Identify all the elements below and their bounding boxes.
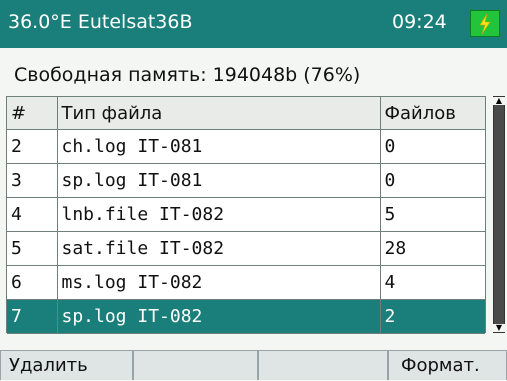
free-memory-label: Свободная память: 194048b (76%) (14, 64, 361, 86)
table-scrollbar[interactable]: ▲ ▼ (493, 96, 505, 333)
softkey-2[interactable] (133, 350, 258, 380)
row-file-count: 28 (380, 231, 485, 266)
files-table: # Тип файла Файлов 2 ch.log IT-081 0 3 s… (6, 96, 486, 334)
delete-softkey[interactable]: Удалить (0, 350, 133, 380)
row-file-type: lnb.file IT-082 (57, 197, 381, 232)
scrollbar-thumb[interactable] (494, 97, 504, 330)
scroll-up-icon[interactable]: ▲ (493, 97, 505, 105)
lightning-icon (479, 14, 491, 34)
table-row-selected[interactable]: 7 sp.log IT-082 2 (7, 299, 485, 334)
battery-charging-icon (470, 10, 500, 37)
row-file-count: 5 (380, 197, 485, 232)
table-row[interactable]: 6 ms.log IT-082 4 (7, 265, 485, 300)
row-file-type: ms.log IT-082 (57, 265, 381, 300)
table-row[interactable]: 5 sat.file IT-082 28 (7, 231, 485, 266)
row-number: 4 (7, 197, 58, 232)
row-number: 5 (7, 231, 58, 266)
row-file-type: sp.log IT-081 (57, 163, 381, 198)
row-number: 6 (7, 265, 58, 300)
status-bar: 36.0°E Eutelsat36B 09:24 (0, 0, 507, 48)
scroll-down-icon[interactable]: ▼ (493, 324, 505, 332)
table-header-row: # Тип файла Файлов (7, 97, 485, 130)
column-header-number: # (7, 97, 58, 130)
table-row[interactable]: 3 sp.log IT-081 0 (7, 163, 485, 198)
row-file-type: sp.log IT-082 (57, 299, 381, 334)
column-header-file-type: Тип файла (57, 97, 381, 130)
row-number: 7 (7, 299, 58, 334)
clock: 09:24 (392, 11, 447, 33)
row-file-count: 4 (380, 265, 485, 300)
row-file-type: sat.file IT-082 (57, 231, 381, 266)
table-row[interactable]: 4 lnb.file IT-082 5 (7, 197, 485, 232)
row-number: 3 (7, 163, 58, 198)
table-row[interactable]: 2 ch.log IT-081 0 (7, 129, 485, 164)
row-file-count: 0 (380, 129, 485, 164)
softkey-bar: Удалить Формат. (0, 350, 507, 380)
softkey-3[interactable] (258, 350, 388, 380)
column-header-file-count: Файлов (380, 97, 485, 130)
row-file-count: 0 (380, 163, 485, 198)
satellite-name: 36.0°E Eutelsat36B (8, 11, 193, 33)
row-number: 2 (7, 129, 58, 164)
format-softkey[interactable]: Формат. (388, 350, 507, 380)
row-file-type: ch.log IT-081 (57, 129, 381, 164)
row-file-count: 2 (380, 299, 485, 334)
